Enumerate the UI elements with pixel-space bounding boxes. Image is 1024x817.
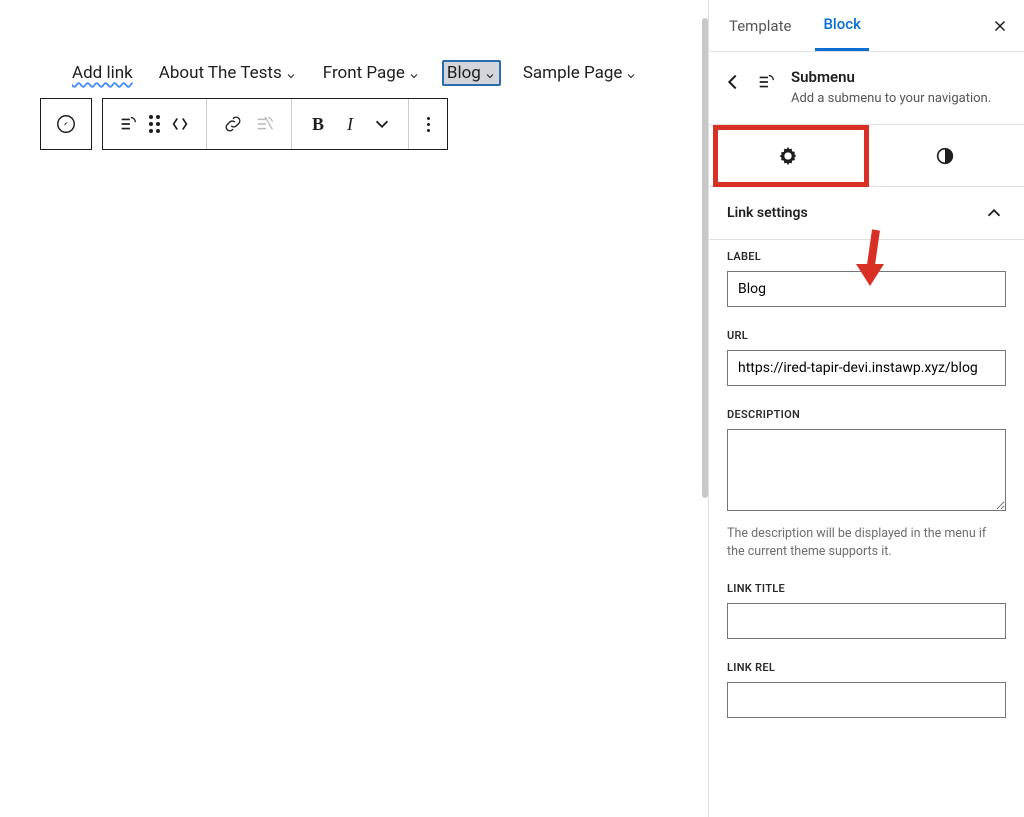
subtab-settings[interactable] (709, 125, 867, 186)
nav-item-label: Sample Page (523, 63, 623, 83)
chevron-up-icon (982, 201, 1006, 225)
submenu-icon[interactable] (117, 112, 141, 136)
section-title: Link settings (727, 205, 808, 221)
block-toolbar: B I (20, 98, 688, 150)
link-settings-section[interactable]: Link settings (709, 187, 1024, 240)
block-subtabs (709, 125, 1024, 187)
url-field-label: URL (727, 329, 1006, 342)
link-icon[interactable] (221, 112, 245, 136)
close-sidebar-button[interactable] (988, 14, 1012, 38)
tab-block[interactable]: Block (815, 0, 868, 51)
navigation-block-button[interactable] (40, 98, 92, 150)
description-help-text: The description will be displayed in the… (727, 525, 1006, 560)
more-formatting-dropdown[interactable] (370, 112, 394, 136)
chevron-down-icon (408, 67, 420, 79)
scrollbar[interactable] (702, 18, 708, 498)
nav-item-blog[interactable]: Blog (442, 60, 501, 86)
nav-item-label: Blog (447, 63, 481, 83)
label-field-label: Label (727, 250, 1006, 263)
drag-handle-icon[interactable] (149, 115, 160, 133)
nav-item-label: Add link (72, 63, 133, 83)
nav-item-label: About The Tests (159, 63, 282, 83)
unlink-icon (253, 112, 277, 136)
subtab-styles[interactable] (867, 125, 1024, 186)
contrast-icon (933, 144, 957, 168)
submenu-block-icon (755, 70, 779, 94)
tab-template[interactable]: Template (721, 0, 799, 51)
bold-button[interactable]: B (306, 112, 330, 136)
toolbar-group-main: B I (102, 98, 448, 150)
link-title-input[interactable] (727, 603, 1006, 639)
nav-item-about-tests[interactable]: About The Tests (155, 61, 301, 85)
url-input[interactable] (727, 350, 1006, 386)
chevron-down-icon (484, 67, 496, 79)
chevron-down-icon (625, 67, 637, 79)
label-input[interactable] (727, 271, 1006, 307)
link-rel-field-label: Link Rel (727, 661, 1006, 674)
block-header: Submenu Add a submenu to your navigation… (709, 52, 1024, 125)
back-chevron-icon[interactable] (721, 70, 745, 94)
move-arrows-icon[interactable] (168, 112, 192, 136)
description-textarea[interactable] (727, 429, 1006, 511)
link-rel-input[interactable] (727, 682, 1006, 718)
chevron-down-icon (285, 67, 297, 79)
italic-button[interactable]: I (338, 112, 362, 136)
editor-canvas: Add link About The Tests Front Page Blog… (0, 0, 708, 817)
sidebar-tabs: Template Block (709, 0, 1024, 52)
link-settings-form: Label URL Description The description wi… (709, 240, 1024, 760)
compass-icon (54, 112, 78, 136)
link-title-field-label: Link Title (727, 582, 1006, 595)
nav-item-front-page[interactable]: Front Page (319, 61, 424, 85)
navigation-menu: Add link About The Tests Front Page Blog… (20, 60, 688, 98)
gear-icon (776, 144, 800, 168)
nav-item-label: Front Page (323, 63, 405, 83)
settings-sidebar: Template Block Submenu Add a submenu to … (708, 0, 1024, 817)
block-title: Submenu (791, 68, 991, 86)
description-field-label: Description (727, 408, 1006, 421)
nav-item-sample-page[interactable]: Sample Page (519, 61, 642, 85)
more-options-button[interactable] (419, 117, 437, 132)
nav-item-add-link[interactable]: Add link (68, 61, 137, 85)
block-description: Add a submenu to your navigation. (791, 90, 991, 108)
